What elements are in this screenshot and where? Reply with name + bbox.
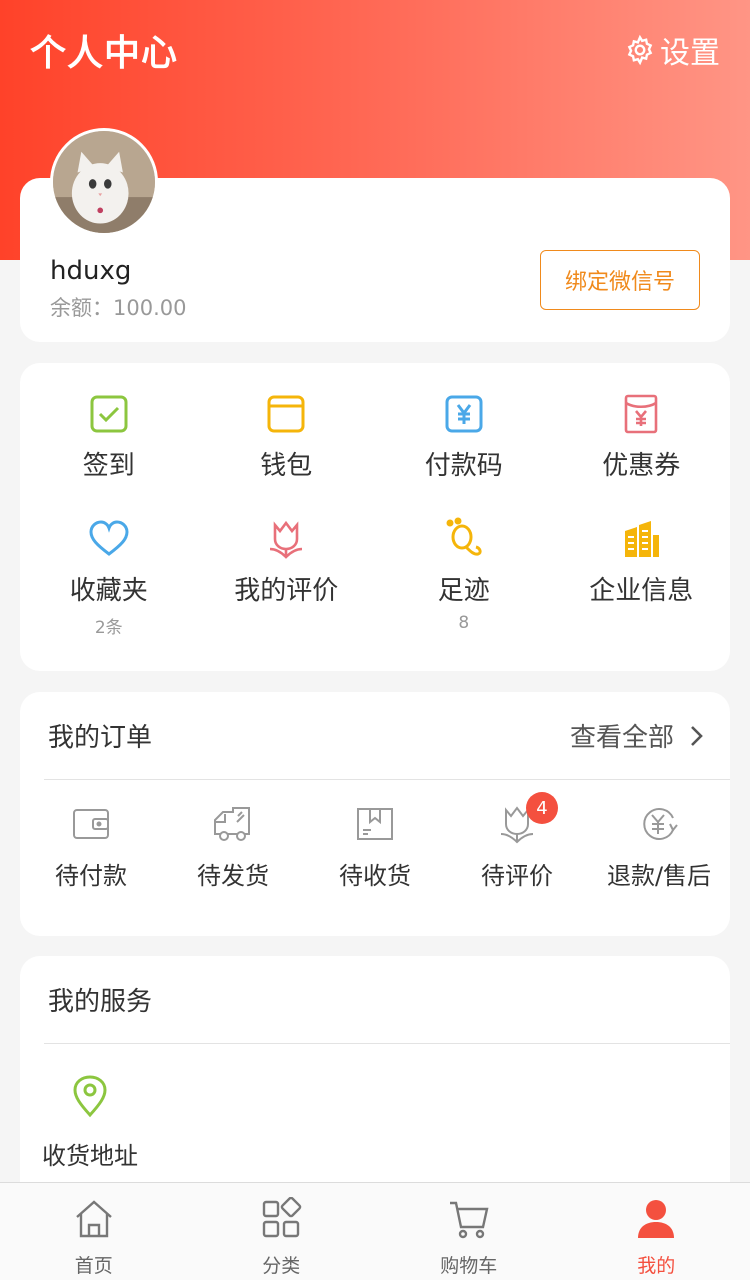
grid-label: 签到: [82, 451, 135, 481]
pending-review-badge: 4: [526, 792, 558, 824]
services-header: 我的服务: [44, 956, 730, 1044]
wallet-outline-icon: [73, 809, 109, 839]
settings-label: 设置: [660, 36, 720, 71]
tab-home[interactable]: 首页: [0, 1183, 188, 1280]
grid-item-footprint[interactable]: 足迹 8: [375, 516, 553, 641]
order-pending-shipment[interactable]: 待发货: [162, 802, 304, 891]
avatar[interactable]: [50, 128, 158, 236]
tab-category[interactable]: 分类: [188, 1183, 376, 1280]
tab-cart[interactable]: 购物车: [375, 1183, 563, 1280]
home-icon: [75, 1200, 112, 1238]
order-label: 退款/售后: [606, 862, 712, 890]
grid-item-coupon[interactable]: 优惠券: [553, 391, 731, 516]
quick-actions-card: 签到 钱包 付款码 优惠券 收藏夹 2条 我的评价 足迹 8 企业信息: [20, 363, 730, 671]
tulip-icon: [270, 520, 303, 559]
payment-code-icon: [445, 395, 483, 433]
tab-label: 购物车: [440, 1255, 498, 1277]
coupon-icon: [624, 394, 658, 434]
orders-card: 我的订单 查看全部 待付款 待发货 待收货 4 待评价 退款/售后: [20, 692, 730, 936]
heart-icon: [89, 520, 129, 556]
gear-icon: [627, 34, 653, 66]
grid-label: 足迹: [437, 576, 490, 606]
service-shipping-address[interactable]: 收货地址: [40, 1074, 140, 1171]
balance-text: 余额：100.00: [50, 296, 187, 320]
grid-label: 钱包: [260, 451, 313, 481]
bottom-tab-bar: 首页 分类 购物车 我的: [0, 1182, 750, 1280]
footprint-count: 8: [458, 613, 470, 633]
cart-icon: [449, 1201, 489, 1239]
order-pending-receipt[interactable]: 待收货: [304, 802, 446, 891]
order-label: 待付款: [55, 862, 127, 890]
grid-item-payment-code[interactable]: 付款码: [375, 391, 553, 516]
bind-wechat-button[interactable]: 绑定微信号: [540, 250, 700, 310]
building-icon: [625, 521, 660, 557]
order-pending-review[interactable]: 4 待评价: [446, 792, 588, 891]
chevron-right-icon: [691, 725, 703, 746]
grid-label: 我的评价: [234, 576, 339, 606]
grid-item-wallet[interactable]: 钱包: [198, 391, 376, 516]
order-refund-aftersale[interactable]: 退款/售后: [588, 802, 730, 891]
wallet-icon: [267, 395, 305, 433]
grid-label: 企业信息: [589, 576, 694, 606]
grid-item-my-reviews[interactable]: 我的评价: [198, 516, 376, 641]
order-label: 待评价: [481, 862, 553, 890]
category-icon: [263, 1197, 302, 1238]
username: hduxg: [50, 256, 132, 286]
view-all-label: 查看全部: [569, 723, 674, 753]
grid-item-favorites[interactable]: 收藏夹 2条: [20, 516, 198, 641]
grid-item-checkin[interactable]: 签到: [20, 391, 198, 516]
orders-header: 我的订单 查看全部: [44, 692, 730, 780]
tab-label: 分类: [262, 1255, 301, 1277]
tab-label: 首页: [74, 1255, 113, 1277]
order-label: 待收货: [339, 862, 411, 890]
favorites-count: 2条: [94, 618, 123, 638]
truck-icon: [214, 807, 250, 841]
checkin-icon: [90, 395, 128, 433]
grid-label: 收藏夹: [69, 576, 148, 606]
services-card: 我的服务 收货地址: [20, 956, 730, 1196]
location-pin-icon: [73, 1075, 107, 1118]
settings-button[interactable]: 设置: [624, 28, 720, 72]
tab-label: 我的: [637, 1255, 676, 1277]
header-bar: 个人中心 设置: [0, 0, 750, 100]
page-title: 个人中心: [30, 33, 179, 74]
refund-icon: [643, 808, 678, 840]
order-label: 待发货: [197, 862, 269, 890]
view-all-orders-link[interactable]: 查看全部: [570, 717, 706, 754]
orders-title: 我的订单: [48, 723, 153, 753]
grid-label: 付款码: [424, 451, 503, 481]
cat-avatar-image: [53, 131, 155, 233]
footprint-icon: [446, 517, 482, 556]
services-title: 我的服务: [48, 987, 153, 1017]
service-label: 收货地址: [42, 1142, 138, 1170]
order-pending-payment[interactable]: 待付款: [20, 802, 162, 891]
tab-mine[interactable]: 我的: [563, 1183, 750, 1280]
grid-label: 优惠券: [602, 451, 681, 481]
user-icon: [638, 1200, 675, 1238]
package-icon: [357, 808, 393, 840]
grid-item-company-info[interactable]: 企业信息: [553, 516, 731, 641]
